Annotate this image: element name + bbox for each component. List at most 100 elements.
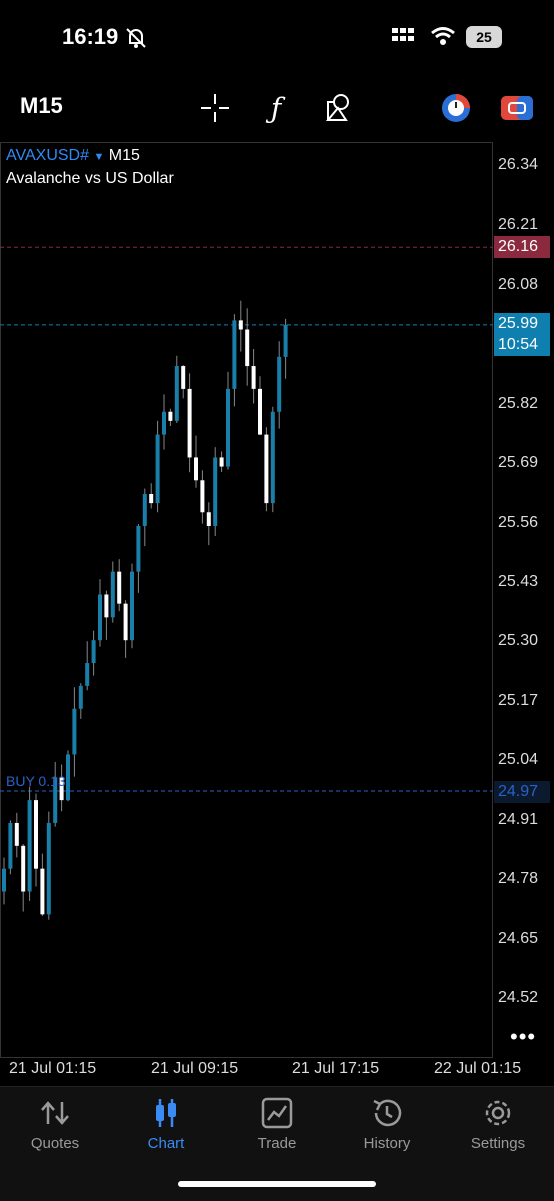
price-axis-label: 24.52 bbox=[498, 989, 539, 1006]
candle-body bbox=[98, 594, 102, 641]
candle-body bbox=[34, 800, 38, 869]
time-axis-label: 21 Jul 17:15 bbox=[292, 1060, 380, 1077]
price-axis-label: 26.34 bbox=[498, 156, 539, 173]
time-axis-label: 21 Jul 09:15 bbox=[151, 1060, 239, 1077]
candle-body bbox=[78, 685, 83, 709]
quotes-icon bbox=[5, 1095, 105, 1131]
price-axis-label: 24.65 bbox=[498, 930, 539, 947]
price-axis-label: 26.21 bbox=[498, 216, 539, 233]
tab-chart[interactable]: Chart bbox=[116, 1095, 216, 1152]
candle-body bbox=[283, 324, 288, 357]
settings-icon bbox=[448, 1095, 548, 1131]
tab-label: Settings bbox=[470, 1135, 526, 1152]
candle-body bbox=[155, 434, 160, 504]
candle-body bbox=[232, 320, 237, 389]
candle-body bbox=[168, 411, 173, 421]
candle-body bbox=[194, 457, 198, 481]
time-axis-label: 22 Jul 01:15 bbox=[434, 1060, 522, 1077]
home-indicator bbox=[178, 1181, 376, 1187]
candle-body bbox=[277, 356, 282, 412]
candle-body bbox=[238, 320, 243, 330]
indicators-icon[interactable]: ƒ bbox=[256, 88, 296, 128]
timer-icon[interactable] bbox=[436, 88, 476, 128]
signal-icon bbox=[392, 28, 420, 51]
tab-label: Trade bbox=[257, 1135, 297, 1152]
candle-body bbox=[226, 388, 230, 467]
candle-body bbox=[91, 640, 96, 664]
candle-body bbox=[46, 822, 51, 915]
price-axis-label: 26.08 bbox=[498, 276, 539, 293]
candle-body bbox=[142, 493, 147, 526]
price-axis-label: 25.56 bbox=[498, 514, 539, 531]
candle-timer: 10:54 bbox=[494, 334, 550, 356]
candle-body bbox=[213, 457, 218, 526]
candle-body bbox=[40, 868, 45, 915]
history-icon bbox=[337, 1095, 437, 1131]
candle-body bbox=[72, 708, 77, 755]
candle-body bbox=[8, 822, 13, 869]
silent-mode-icon bbox=[124, 27, 148, 54]
trade-icon bbox=[227, 1095, 327, 1131]
candle-body bbox=[27, 800, 32, 892]
battery-indicator: 25 bbox=[466, 26, 502, 48]
trade-toggle-icon[interactable] bbox=[497, 88, 537, 128]
ask-price-tag: 26.16 bbox=[494, 236, 550, 258]
candlestick-chart[interactable] bbox=[0, 142, 493, 1058]
candle-body bbox=[85, 663, 90, 686]
price-axis-label: 25.04 bbox=[498, 751, 539, 768]
candle-body bbox=[251, 366, 256, 389]
candle-body bbox=[149, 493, 154, 504]
candle-body bbox=[21, 845, 26, 892]
more-icon[interactable]: ••• bbox=[510, 1024, 536, 1050]
tab-history[interactable]: History bbox=[337, 1095, 437, 1152]
candle-body bbox=[162, 411, 166, 435]
position-label[interactable]: BUY 0.13 bbox=[6, 773, 66, 789]
candle-body bbox=[174, 366, 179, 421]
symbol-header: AVAXUSD# ▼ M15 bbox=[6, 147, 140, 165]
bid-price-tag: 25.99 bbox=[494, 313, 550, 335]
tab-quotes[interactable]: Quotes bbox=[5, 1095, 105, 1152]
candle-body bbox=[2, 868, 6, 892]
status-time: 16:19 bbox=[62, 24, 119, 49]
candle-body bbox=[258, 388, 262, 435]
price-axis-label: 25.30 bbox=[498, 632, 539, 649]
wifi-icon bbox=[430, 26, 456, 51]
price-axis-label: 24.78 bbox=[498, 870, 539, 887]
candle-body bbox=[123, 603, 128, 641]
price-axis-label: 24.91 bbox=[498, 811, 539, 828]
candle-body bbox=[14, 822, 19, 846]
crosshair-icon[interactable] bbox=[195, 88, 235, 128]
time-axis-label: 21 Jul 01:15 bbox=[9, 1060, 97, 1077]
objects-icon[interactable] bbox=[318, 88, 358, 128]
candle-body bbox=[245, 329, 250, 367]
tab-settings[interactable]: Settings bbox=[448, 1095, 548, 1152]
candle-body bbox=[110, 571, 115, 618]
symbol-description: Avalanche vs US Dollar bbox=[6, 170, 174, 187]
price-axis-label: 25.43 bbox=[498, 573, 539, 590]
timeframe-selector[interactable]: M15 bbox=[20, 93, 63, 119]
candle-body bbox=[270, 411, 275, 504]
symbol-dropdown-icon[interactable]: ▼ bbox=[93, 151, 104, 163]
position-price-tag: 24.97 bbox=[494, 781, 550, 803]
candle-body bbox=[181, 366, 186, 389]
candle-body bbox=[264, 434, 269, 504]
price-axis-label: 25.82 bbox=[498, 395, 539, 412]
tab-label: Quotes bbox=[30, 1135, 80, 1152]
candle-body bbox=[66, 754, 70, 801]
candle-body bbox=[219, 457, 224, 467]
candle-body bbox=[104, 594, 109, 618]
candle-body bbox=[187, 388, 192, 458]
price-axis-label: 25.69 bbox=[498, 454, 539, 471]
candle-body bbox=[136, 525, 141, 572]
candle-body bbox=[206, 512, 211, 526]
tab-label: Chart bbox=[147, 1135, 185, 1152]
price-axis-label: 25.17 bbox=[498, 692, 539, 709]
candle-body bbox=[117, 571, 122, 604]
symbol-ticker[interactable]: AVAXUSD# bbox=[6, 147, 89, 164]
tab-label: History bbox=[363, 1135, 411, 1152]
candle-body bbox=[200, 480, 205, 513]
candle-body bbox=[130, 571, 134, 641]
symbol-timeframe: M15 bbox=[108, 147, 140, 164]
tab-trade[interactable]: Trade bbox=[227, 1095, 327, 1152]
chart-icon bbox=[116, 1095, 216, 1131]
